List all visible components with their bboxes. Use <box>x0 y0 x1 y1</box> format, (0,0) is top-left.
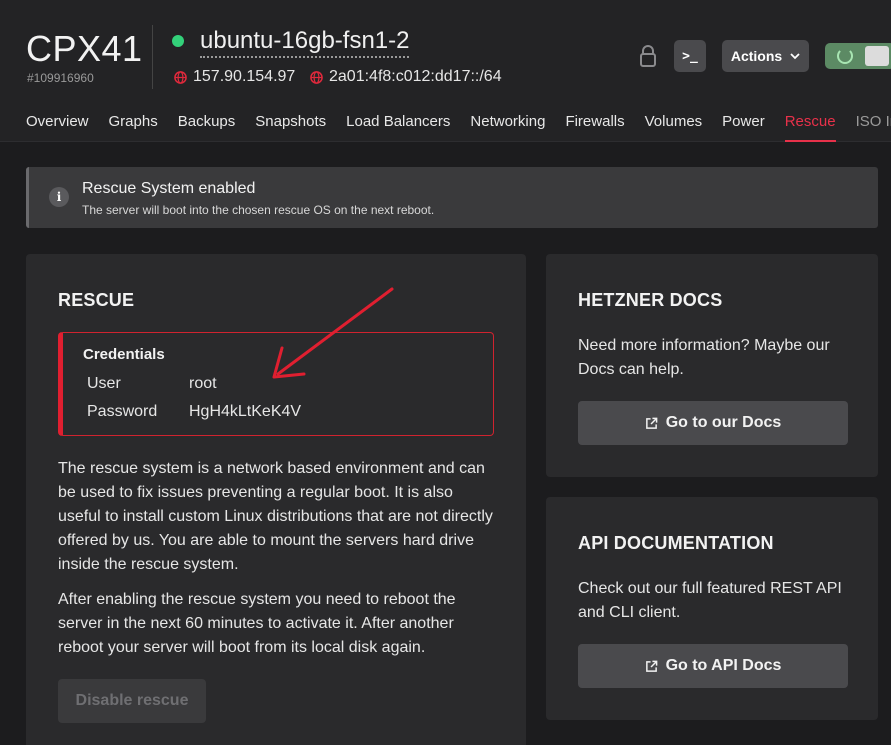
terminal-icon: >_ <box>682 48 698 64</box>
external-link-icon <box>645 417 658 429</box>
tab-snapshots[interactable]: Snapshots <box>255 100 326 142</box>
tab-graphs[interactable]: Graphs <box>109 100 158 142</box>
go-to-api-docs-button[interactable]: Go to API Docs <box>578 644 848 688</box>
header-divider <box>152 25 153 89</box>
tab-backups[interactable]: Backups <box>178 100 236 142</box>
user-value[interactable]: root <box>189 375 217 393</box>
external-link-icon <box>645 660 657 672</box>
password-value[interactable]: HgH4kLtKeK4V <box>189 403 301 421</box>
rescue-reboot-note: After enabling the rescue system you nee… <box>58 591 456 656</box>
go-to-api-docs-label: Go to API Docs <box>665 657 782 674</box>
tab-networking[interactable]: Networking <box>470 100 545 142</box>
tab-overview[interactable]: Overview <box>26 100 89 142</box>
tab-volumes[interactable]: Volumes <box>645 100 703 142</box>
lock-icon[interactable] <box>638 44 658 68</box>
docs-text: Need more information? Maybe our Docs ca… <box>578 337 830 378</box>
alert-text: The server will boot into the chosen res… <box>82 203 435 217</box>
tab-firewalls[interactable]: Firewalls <box>565 100 624 142</box>
ipv4-text: 157.90.154.97 <box>193 68 296 85</box>
chevron-down-icon <box>790 52 800 59</box>
docs-title: HETZNER DOCS <box>578 290 723 310</box>
tab-iso-images[interactable]: ISO Images <box>856 100 891 142</box>
server-header: CPX41 #109916960 ubuntu-16gb-fsn1-2 157.… <box>0 0 891 142</box>
status-indicator <box>172 35 184 47</box>
rescue-title: RESCUE <box>58 290 135 310</box>
tab-load-balancers[interactable]: Load Balancers <box>346 100 450 142</box>
alert-title: Rescue System enabled <box>82 180 256 197</box>
tab-power[interactable]: Power <box>722 100 765 142</box>
server-tabs: Overview Graphs Backups Snapshots Load B… <box>0 100 891 142</box>
ipv6-address[interactable]: 2a01:4f8:c012:dd17::/64 <box>310 68 502 86</box>
api-documentation-card: API DOCUMENTATION Check out our full fea… <box>546 497 878 720</box>
api-title: API DOCUMENTATION <box>578 533 774 553</box>
rescue-card: RESCUE Credentials User root Password Hg… <box>26 254 526 745</box>
tab-rescue[interactable]: Rescue <box>784 100 836 142</box>
actions-button[interactable]: Actions <box>722 40 809 72</box>
globe-icon <box>310 70 323 84</box>
server-name[interactable]: ubuntu-16gb-fsn1-2 <box>200 27 410 58</box>
hetzner-docs-card: HETZNER DOCS Need more information? Mayb… <box>546 254 878 477</box>
password-label: Password <box>87 403 158 420</box>
credentials-box: Credentials User root Password HgH4kLtKe… <box>58 332 494 436</box>
go-to-docs-button[interactable]: Go to our Docs <box>578 401 848 445</box>
server-id: #109916960 <box>27 71 94 85</box>
actions-label: Actions <box>730 48 783 64</box>
ipv4-address[interactable]: 157.90.154.97 <box>174 68 295 86</box>
api-text: Check out our full featured REST API and… <box>578 580 842 621</box>
credentials-title: Credentials <box>83 346 165 363</box>
go-to-docs-label: Go to our Docs <box>665 414 782 431</box>
disable-rescue-button[interactable]: Disable rescue <box>58 679 206 723</box>
server-type: CPX41 <box>26 28 143 69</box>
rescue-enabled-alert: i Rescue System enabled The server will … <box>26 167 878 228</box>
power-toggle[interactable] <box>825 43 891 69</box>
toggle-knob[interactable] <box>865 46 889 66</box>
user-label: User <box>87 375 121 392</box>
info-icon: i <box>49 187 69 207</box>
ipv6-text: 2a01:4f8:c012:dd17::/64 <box>329 68 502 85</box>
loading-spinner-icon <box>837 48 853 64</box>
globe-icon <box>174 70 187 84</box>
rescue-description: The rescue system is a network based env… <box>58 460 493 573</box>
console-button[interactable]: >_ <box>674 40 706 72</box>
